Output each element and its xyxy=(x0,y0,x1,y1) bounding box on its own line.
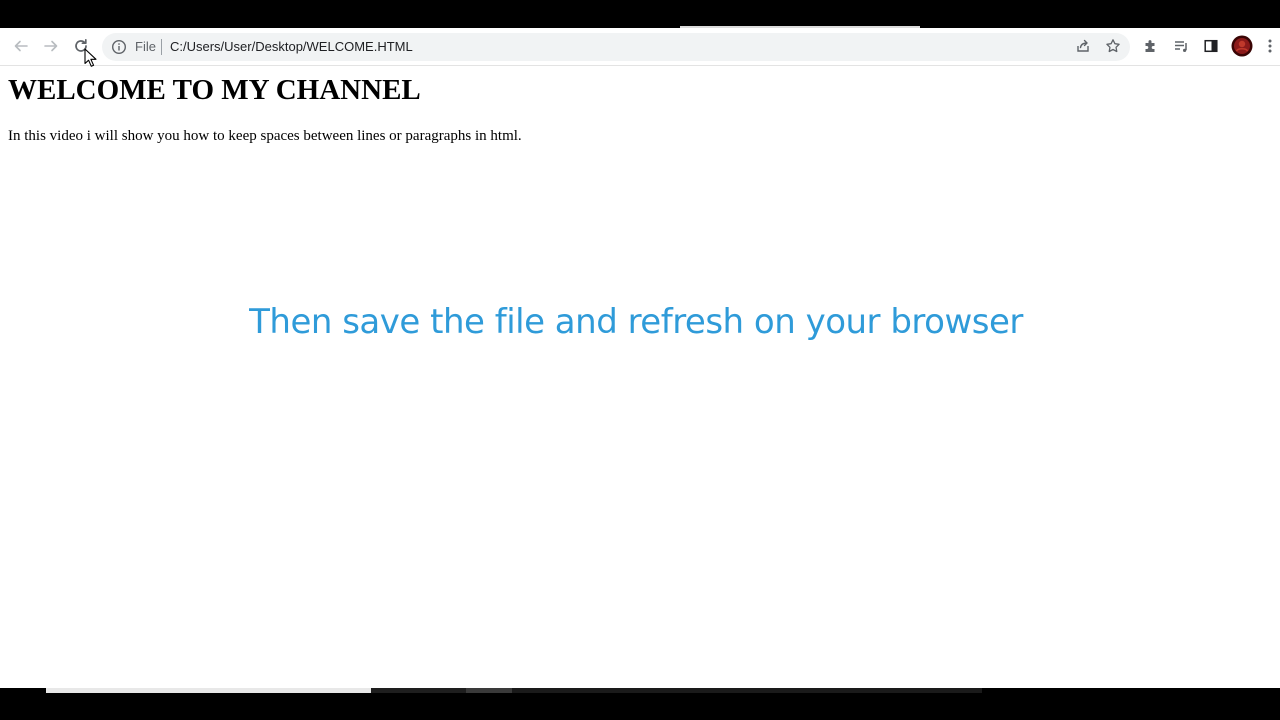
info-icon[interactable] xyxy=(111,39,127,55)
omnibox-divider xyxy=(161,39,162,55)
bottom-bar xyxy=(0,688,1280,720)
page-paragraph: In this video i will show you how to kee… xyxy=(8,128,522,144)
video-caption-overlay: Then save the file and refresh on your b… xyxy=(249,302,1023,342)
back-button[interactable] xyxy=(8,33,34,59)
address-bar[interactable]: File C:/Users/User/Desktop/WELCOME.HTML xyxy=(102,33,1130,61)
share-button[interactable] xyxy=(1070,33,1096,59)
forward-button[interactable] xyxy=(38,33,64,59)
page-heading: WELCOME TO MY CHANNEL xyxy=(8,74,421,106)
reading-list-icon xyxy=(1175,41,1187,52)
scheme-label: File xyxy=(135,39,156,54)
star-icon xyxy=(1106,39,1120,53)
arrow-right-icon xyxy=(44,40,58,52)
puzzle-icon xyxy=(1145,40,1155,52)
reading-list-button[interactable] xyxy=(1168,33,1194,59)
browser-menu-button[interactable] xyxy=(1260,33,1280,59)
taskbar-segment xyxy=(512,688,982,693)
browser-toolbar: File C:/Users/User/Desktop/WELCOME.HTML xyxy=(0,28,1280,66)
share-icon xyxy=(1077,39,1089,52)
side-panel-icon xyxy=(1204,39,1218,53)
bookmark-button[interactable] xyxy=(1100,33,1126,59)
avatar-icon xyxy=(1231,35,1253,57)
url-text[interactable]: C:/Users/User/Desktop/WELCOME.HTML xyxy=(170,39,413,55)
kebab-menu-icon xyxy=(1268,39,1272,53)
arrow-left-icon xyxy=(14,40,28,52)
extensions-button[interactable] xyxy=(1138,33,1164,59)
page-viewport: WELCOME TO MY CHANNEL In this video i wi… xyxy=(0,66,1280,688)
tab-strip xyxy=(0,0,1280,28)
profile-button[interactable] xyxy=(1229,33,1255,59)
taskbar-segment xyxy=(371,688,466,693)
side-panel-button[interactable] xyxy=(1198,33,1224,59)
screen-frame: File C:/Users/User/Desktop/WELCOME.HTML xyxy=(0,0,1280,720)
mouse-cursor-icon xyxy=(84,48,97,67)
taskbar-segment xyxy=(466,688,512,693)
taskbar-segment xyxy=(46,688,371,693)
